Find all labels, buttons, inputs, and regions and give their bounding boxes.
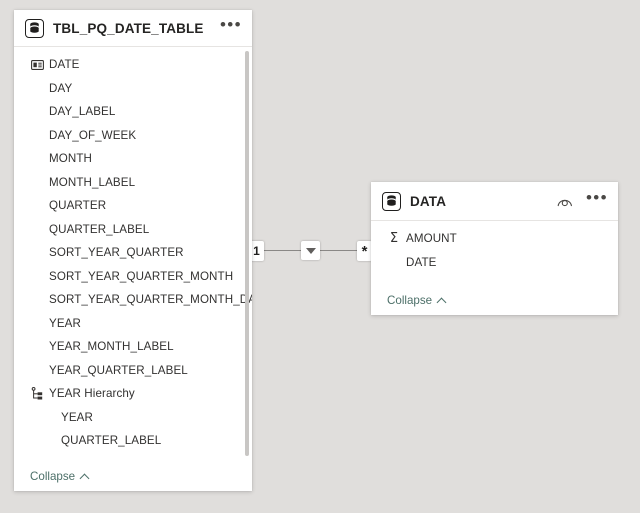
table-card-footer: Collapse bbox=[14, 461, 252, 491]
triangle-down-icon bbox=[305, 247, 316, 254]
more-options-button[interactable]: ••• bbox=[219, 15, 242, 36]
more-options-button[interactable]: ••• bbox=[585, 188, 608, 209]
field-label: DATE bbox=[406, 255, 437, 269]
field-label: QUARTER_LABEL bbox=[61, 434, 162, 448]
field-label: YEAR_MONTH_LABEL bbox=[49, 340, 174, 354]
field-label: MONTH bbox=[49, 152, 93, 166]
table-card-header-actions: ••• bbox=[557, 188, 608, 209]
field-label: QUARTER bbox=[49, 199, 107, 213]
relationship-line-right[interactable] bbox=[318, 250, 362, 251]
field-row[interactable]: MONTH_LABEL bbox=[14, 171, 252, 195]
relationship-cross-filter-direction[interactable] bbox=[301, 241, 320, 260]
table-field-list[interactable]: DATE DAY DAY_LABEL DAY_OF_WEEK MONTH MONTH_LA… bbox=[14, 47, 252, 461]
field-row[interactable]: YEAR_QUARTER_LABEL bbox=[14, 359, 252, 383]
field-row[interactable]: DAY bbox=[14, 77, 252, 101]
field-label: YEAR bbox=[49, 316, 81, 330]
ellipsis-icon: ••• bbox=[585, 188, 608, 207]
field-label: YEAR_QUARTER_LABEL bbox=[49, 363, 188, 377]
table-card-tbl-pq-date-table[interactable]: TBL_PQ_DATE_TABLE ••• DATE DAY DAY_LABEL DA… bbox=[14, 10, 252, 491]
chevron-up-icon bbox=[437, 296, 446, 305]
field-label: DAY_OF_WEEK bbox=[49, 128, 137, 142]
vertical-scrollbar[interactable] bbox=[245, 51, 249, 456]
field-label: AMOUNT bbox=[406, 232, 457, 246]
field-label: SORT_YEAR_QUARTER bbox=[49, 246, 184, 260]
table-card-data[interactable]: DATA ••• Σ AMOUNT DATE Collapse bbox=[371, 182, 618, 315]
table-card-header[interactable]: TBL_PQ_DATE_TABLE ••• bbox=[14, 10, 252, 47]
field-label: DAY bbox=[49, 81, 73, 95]
field-label: YEAR Hierarchy bbox=[49, 387, 135, 401]
table-card-header-actions: ••• bbox=[219, 15, 242, 36]
model-view-canvas[interactable]: 1 * TBL_PQ_DATE_TABLE ••• DATE DAY DAY_L… bbox=[0, 0, 640, 513]
field-row[interactable]: QUARTER bbox=[14, 194, 252, 218]
field-row[interactable]: SORT_YEAR_QUARTER_MONTH bbox=[14, 265, 252, 289]
field-label: SORT_YEAR_QUARTER_MONTH bbox=[49, 269, 234, 283]
sigma-icon: Σ bbox=[389, 231, 399, 247]
field-row[interactable]: DATE bbox=[14, 53, 252, 77]
field-row[interactable]: MONTH bbox=[14, 147, 252, 171]
field-row[interactable]: DAY_OF_WEEK bbox=[14, 124, 252, 148]
field-row[interactable]: DAY_LABEL bbox=[14, 100, 252, 124]
table-card-footer: Collapse bbox=[371, 285, 618, 315]
cardinality-many-label: * bbox=[361, 242, 368, 260]
table-card-title: TBL_PQ_DATE_TABLE bbox=[53, 20, 204, 36]
field-label: DAY_LABEL bbox=[49, 105, 116, 119]
field-label: QUARTER_LABEL bbox=[49, 222, 150, 236]
relationship-cardinality-many[interactable]: * bbox=[357, 241, 372, 261]
field-label: SORT_YEAR_QUARTER_MONTH_DAY bbox=[49, 293, 252, 307]
eye-icon[interactable] bbox=[557, 195, 573, 207]
field-row[interactable]: YEAR bbox=[14, 406, 252, 430]
table-database-icon bbox=[25, 18, 44, 38]
table-card-header[interactable]: DATA ••• bbox=[371, 182, 618, 221]
field-row[interactable]: Σ AMOUNT bbox=[371, 227, 618, 251]
field-label: DATE bbox=[49, 58, 80, 72]
field-row[interactable]: DATE bbox=[371, 251, 618, 275]
field-row[interactable]: YEAR bbox=[14, 312, 252, 336]
relationship-line-left[interactable] bbox=[263, 250, 304, 251]
chevron-up-icon bbox=[80, 472, 89, 481]
field-row[interactable]: QUARTER_LABEL bbox=[14, 218, 252, 242]
table-database-icon bbox=[382, 191, 401, 211]
collapse-button[interactable]: Collapse bbox=[387, 294, 446, 307]
ellipsis-icon: ••• bbox=[219, 15, 242, 34]
table-card-title: DATA bbox=[410, 193, 447, 209]
field-label: MONTH_LABEL bbox=[49, 175, 136, 189]
table-field-list[interactable]: Σ AMOUNT DATE bbox=[371, 221, 618, 285]
collapse-button[interactable]: Collapse bbox=[30, 470, 89, 483]
date-table-marker-icon bbox=[30, 58, 44, 72]
field-row[interactable]: QUARTER_LABEL bbox=[14, 429, 252, 453]
collapse-label: Collapse bbox=[387, 293, 433, 307]
field-row[interactable]: YEAR Hierarchy bbox=[14, 382, 252, 406]
field-row[interactable]: SORT_YEAR_QUARTER bbox=[14, 241, 252, 265]
field-row[interactable]: SORT_YEAR_QUARTER_MONTH_DAY bbox=[14, 288, 252, 312]
field-label: YEAR bbox=[61, 410, 93, 424]
field-row[interactable]: YEAR_MONTH_LABEL bbox=[14, 335, 252, 359]
cardinality-one-label: 1 bbox=[253, 244, 260, 258]
collapse-label: Collapse bbox=[30, 469, 76, 483]
hierarchy-icon bbox=[30, 387, 44, 401]
